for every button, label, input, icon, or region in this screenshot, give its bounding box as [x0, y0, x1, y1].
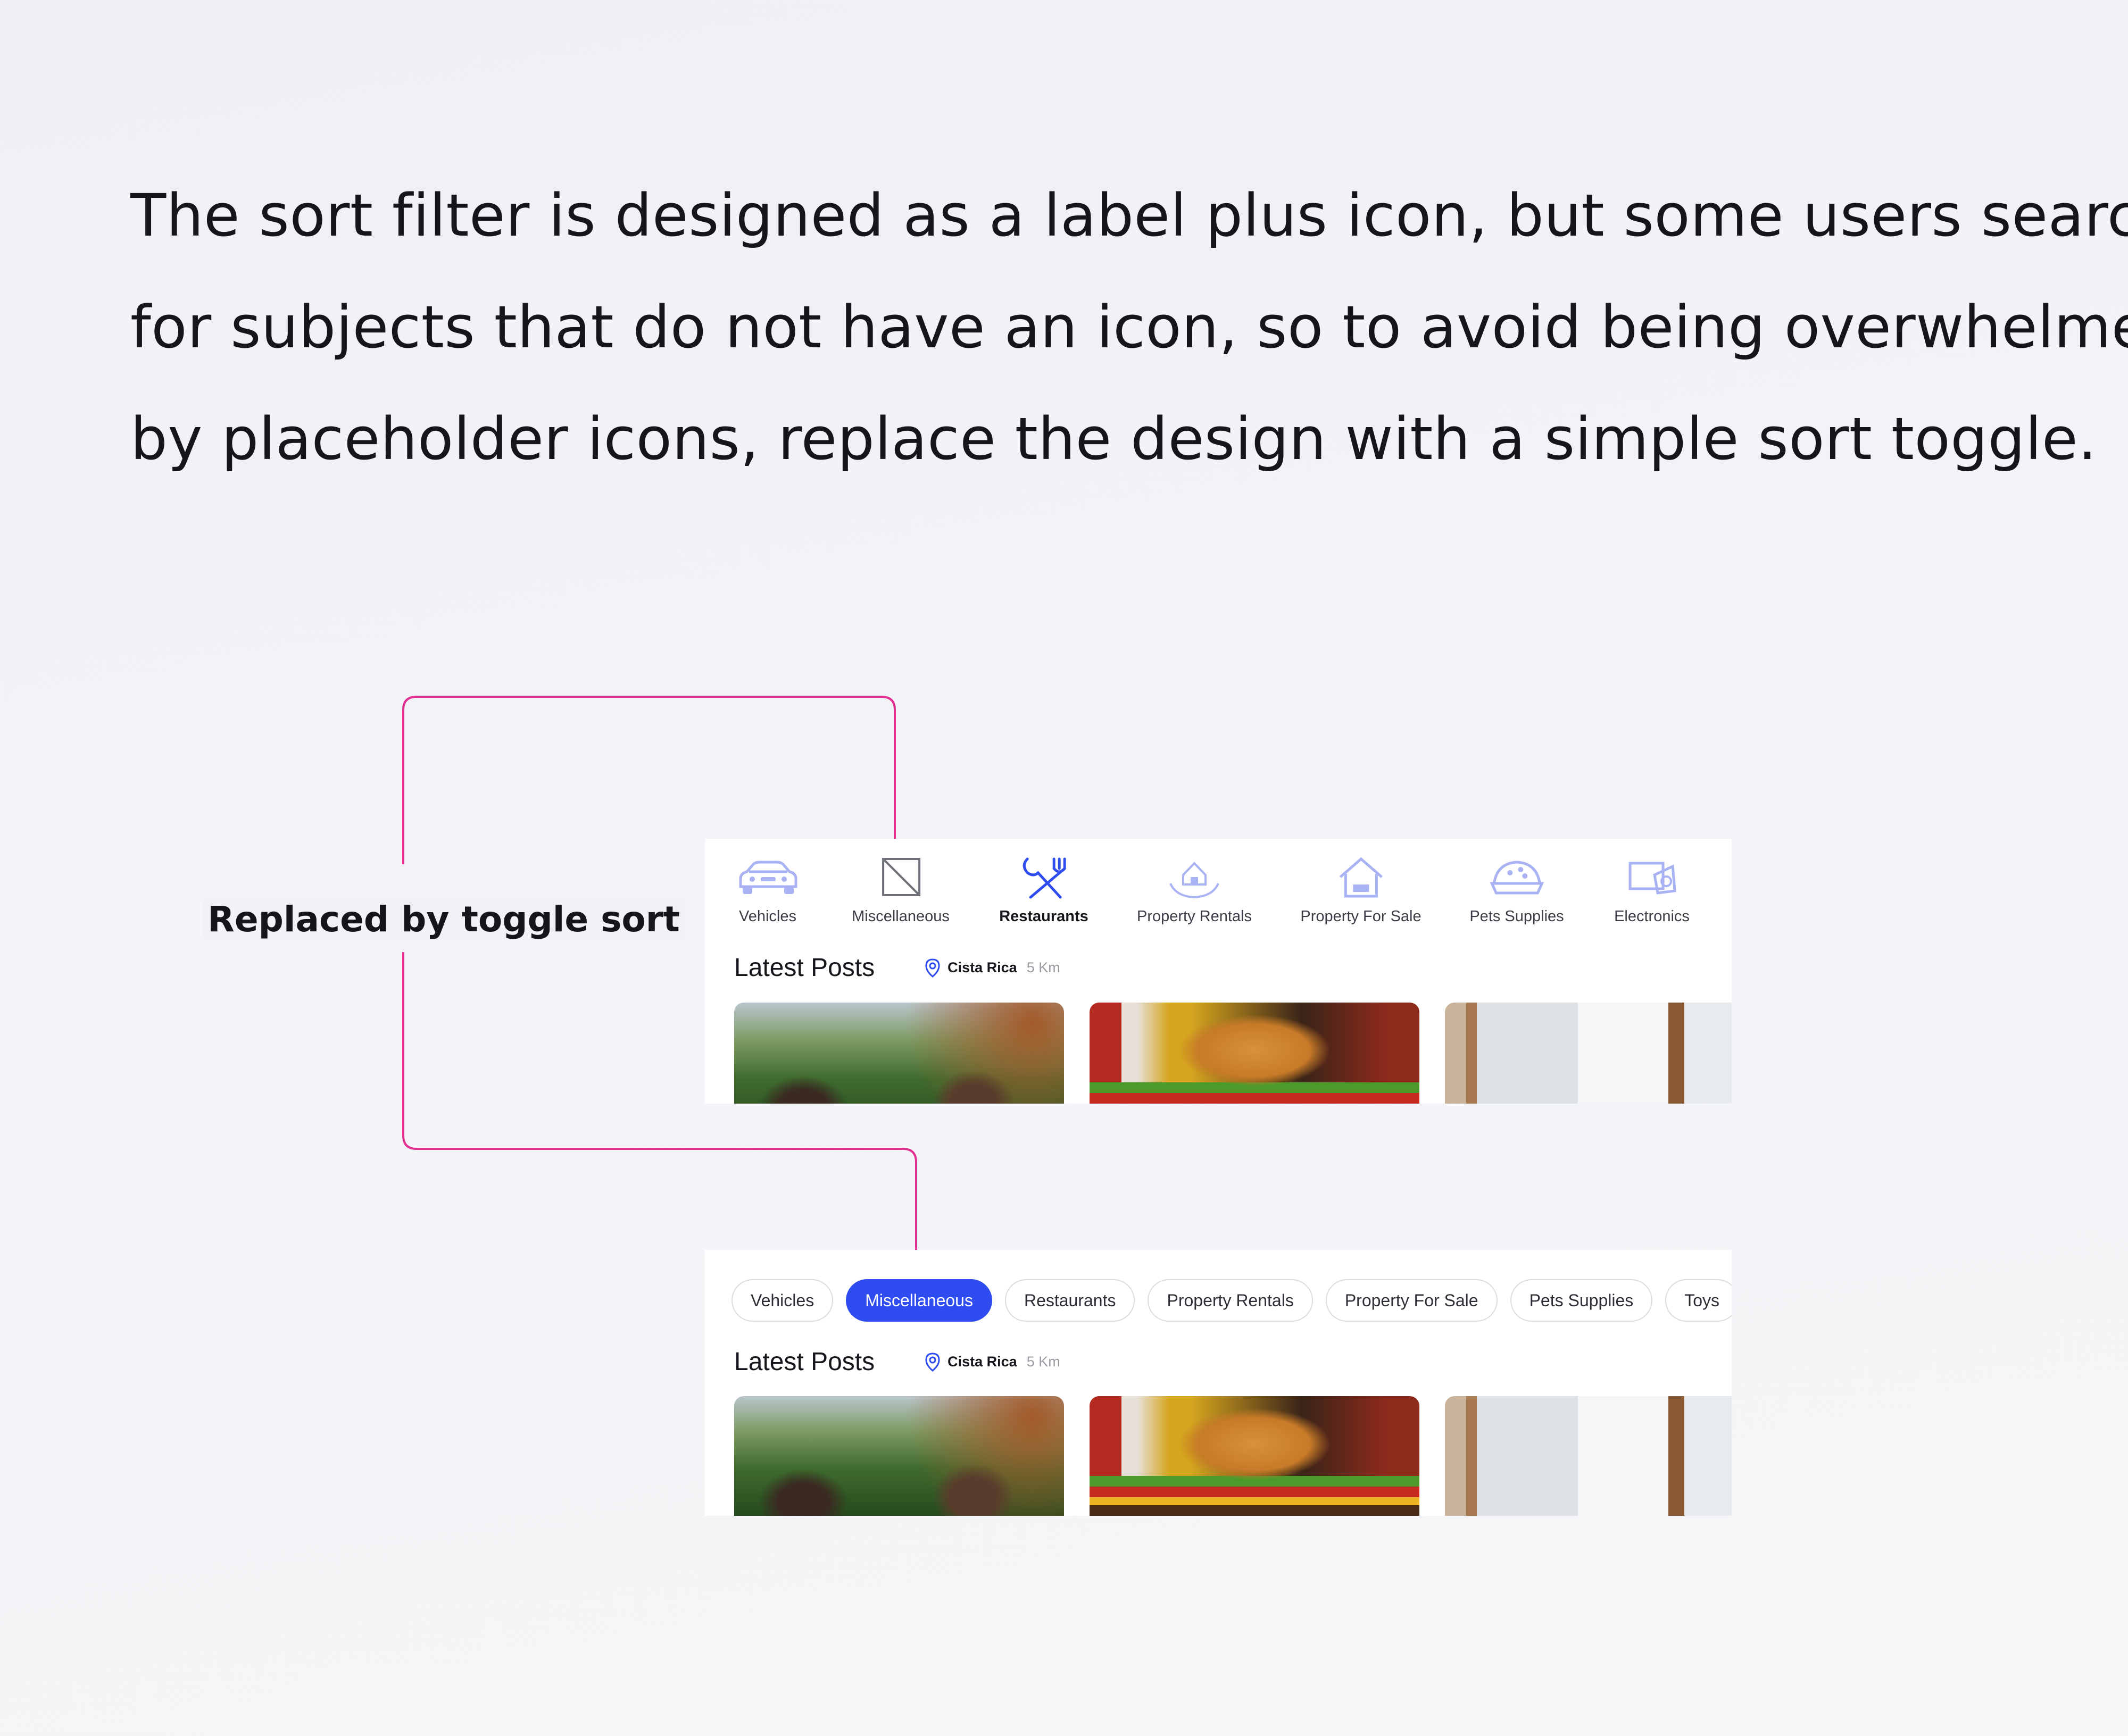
- category-label: Pets Supplies: [1469, 908, 1564, 925]
- category-property-for-sale[interactable]: Property For Sale: [1300, 854, 1422, 925]
- location-distance: 5 Km: [1026, 959, 1060, 975]
- chip-restaurants[interactable]: Restaurants: [1004, 1279, 1135, 1322]
- category-label: Property For Sale: [1300, 908, 1422, 925]
- burger-photo[interactable]: [1090, 1396, 1419, 1516]
- post-thumbnails: [734, 1396, 1732, 1516]
- category-label: Vehicles: [738, 908, 796, 925]
- house-sale-icon: [1339, 857, 1383, 898]
- headline: The sort filter is designed as a label p…: [130, 160, 2128, 495]
- category-miscellaneous[interactable]: Miscellaneous: [852, 854, 950, 925]
- placeholder-icon: [882, 858, 920, 896]
- category-electronics[interactable]: Electronics: [1614, 854, 1690, 925]
- before-screen: Vehicles Miscellaneous Restaurants Prope…: [705, 839, 1732, 1104]
- location-distance: 5 Km: [1026, 1354, 1060, 1370]
- toggle-sort-chips: Vehicles Miscellaneous Restaurants Prope…: [732, 1279, 1732, 1322]
- pet-bowl-icon: [1490, 861, 1544, 895]
- category-label: Restaurants: [999, 908, 1088, 925]
- people-dining-outdoors-photo[interactable]: [734, 1003, 1064, 1104]
- house-hand-icon: [1169, 862, 1219, 899]
- chip-miscellaneous[interactable]: Miscellaneous: [846, 1279, 992, 1322]
- category-pets-supplies[interactable]: Pets Supplies: [1469, 854, 1564, 925]
- burger-photo[interactable]: [1090, 1003, 1419, 1104]
- headline-line-2: for subjects that do not have an icon, s…: [130, 293, 2128, 361]
- chip-toys[interactable]: Toys: [1665, 1279, 1732, 1322]
- chip-property-rentals[interactable]: Property Rentals: [1148, 1279, 1313, 1322]
- after-screen: Vehicles Miscellaneous Restaurants Prope…: [705, 1250, 1732, 1516]
- category-label: Property Rentals: [1137, 908, 1252, 925]
- category-property-rentals[interactable]: Property Rentals: [1137, 854, 1252, 925]
- fork-knife-icon: [1023, 857, 1066, 899]
- headline-line-1: The sort filter is designed as a label p…: [130, 181, 2128, 249]
- category-icon-row: Vehicles Miscellaneous Restaurants Prope…: [705, 854, 1732, 949]
- category-label: Electronics: [1614, 908, 1690, 925]
- post-thumbnails: [734, 1003, 1732, 1104]
- location-pin-icon: [925, 1352, 940, 1372]
- chip-property-for-sale[interactable]: Property For Sale: [1325, 1279, 1498, 1322]
- location-selector[interactable]: Cista Rica 5 Km: [925, 1352, 1060, 1372]
- car-icon: [739, 861, 797, 894]
- annotation-label: Replaced by toggle sort: [202, 899, 685, 940]
- location-name: Cista Rica: [947, 959, 1017, 975]
- latest-posts-title: Latest Posts: [734, 954, 875, 982]
- latest-posts-header: Latest Posts Cista Rica 5 Km: [734, 953, 1060, 982]
- category-vehicles[interactable]: Vehicles: [733, 854, 802, 925]
- latest-posts-title: Latest Posts: [734, 1348, 875, 1376]
- location-selector[interactable]: Cista Rica 5 Km: [925, 958, 1060, 978]
- chip-vehicles[interactable]: Vehicles: [732, 1279, 834, 1322]
- location-pin-icon: [925, 958, 940, 978]
- latest-posts-header: Latest Posts Cista Rica 5 Km: [734, 1347, 1060, 1376]
- headline-line-3: by placeholder icons, replace the design…: [130, 405, 2097, 473]
- people-dining-outdoors-photo[interactable]: [734, 1396, 1064, 1516]
- location-name: Cista Rica: [947, 1354, 1017, 1370]
- category-label: Miscellaneous: [852, 908, 950, 925]
- category-restaurants[interactable]: Restaurants: [999, 854, 1088, 925]
- restaurant-interior-photo[interactable]: [1445, 1003, 1732, 1104]
- electronics-icon: [1628, 862, 1676, 895]
- restaurant-interior-photo[interactable]: [1445, 1396, 1732, 1516]
- chip-pets-supplies[interactable]: Pets Supplies: [1510, 1279, 1653, 1322]
